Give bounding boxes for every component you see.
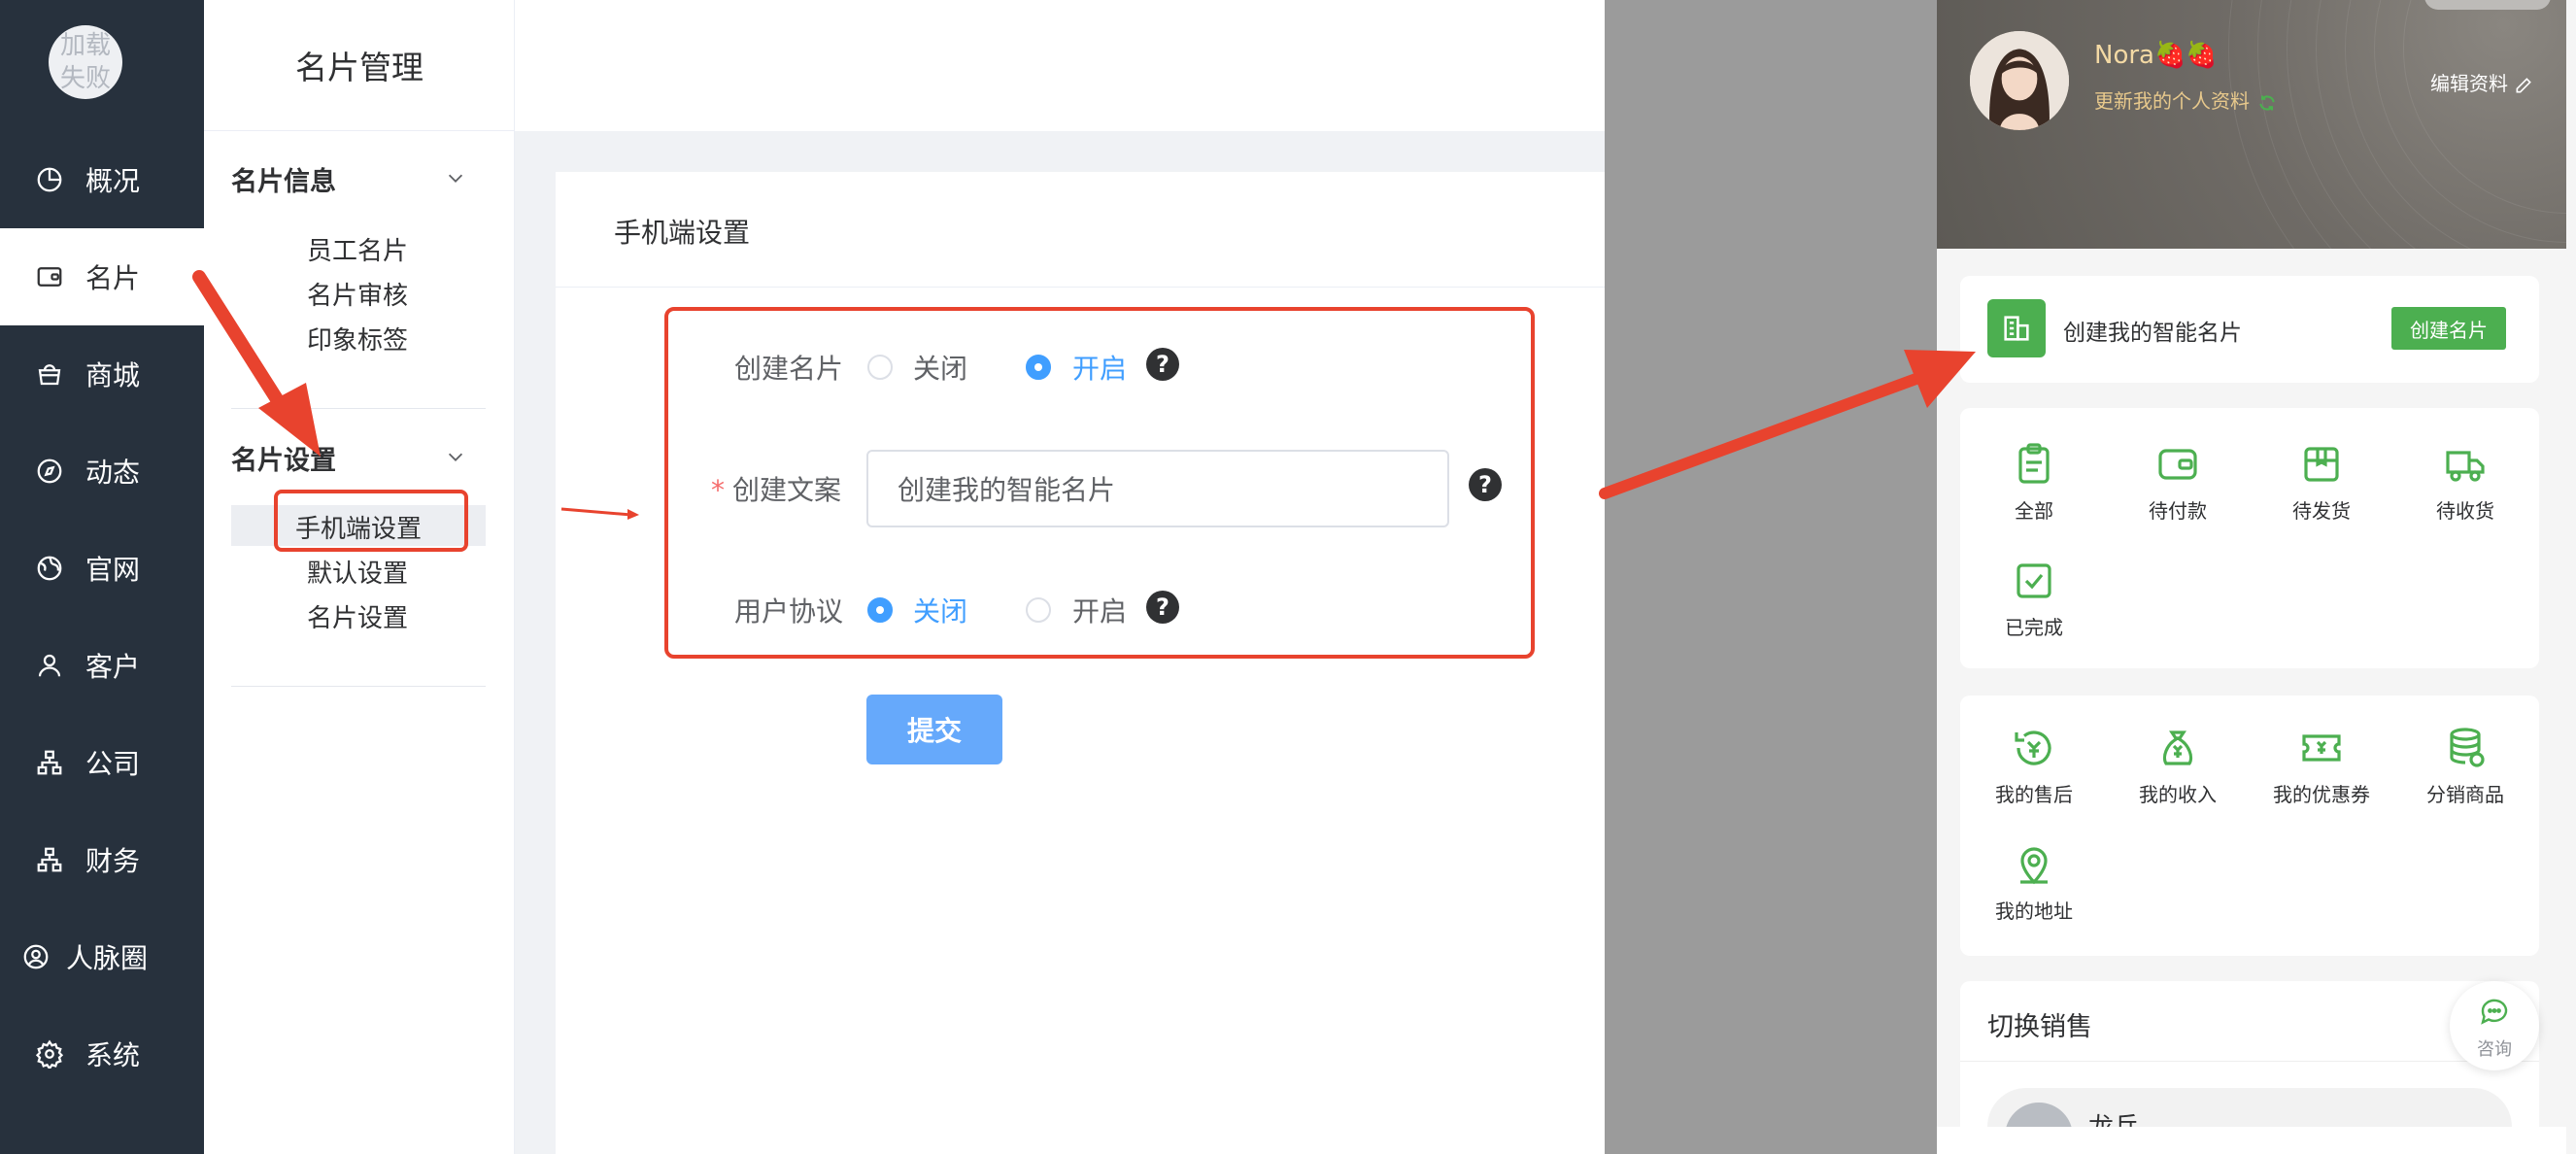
arrow-to-phone (1599, 371, 1927, 499)
arrow-head (627, 509, 639, 520)
arrow-to-submenu (192, 270, 290, 417)
annotation-arrows (192, 270, 1976, 520)
arrow-to-form (560, 507, 632, 517)
